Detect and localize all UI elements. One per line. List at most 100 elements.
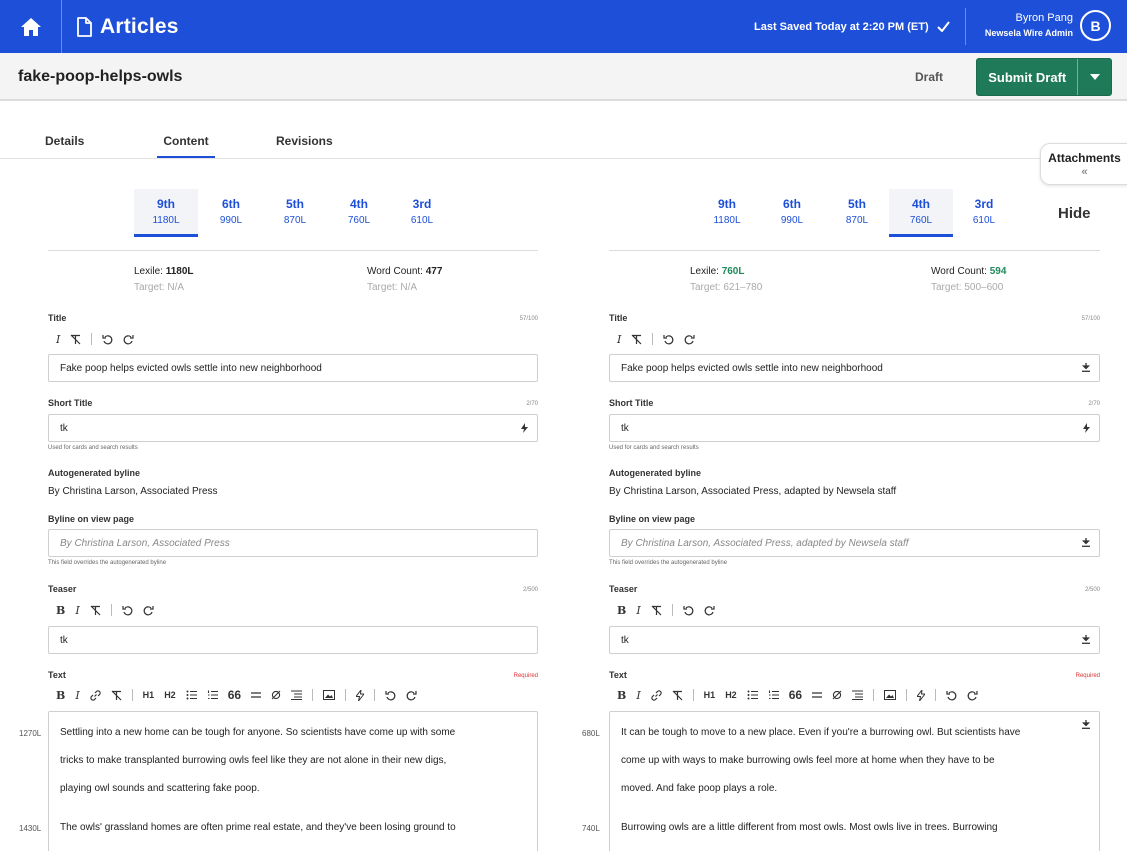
horizontal-rule-button[interactable] (812, 688, 823, 702)
app-brand[interactable]: Articles (76, 15, 179, 39)
byline-placeholder: By Christina Larson, Associated Press (60, 537, 230, 549)
italic-button[interactable]: I (75, 688, 79, 702)
teaser-input[interactable]: tk (609, 626, 1100, 654)
redo-button[interactable] (143, 603, 154, 617)
no-content-button[interactable] (271, 688, 281, 702)
link-button[interactable] (90, 688, 101, 702)
blockquote-button[interactable]: 66 (228, 688, 241, 702)
link-button[interactable] (651, 688, 662, 702)
italic-button[interactable]: I (617, 332, 621, 346)
text-toolbar: B I H1 H2 66 (56, 688, 427, 702)
bold-button[interactable]: B (617, 603, 626, 617)
level-tab-3rd[interactable]: 3rd 610L (390, 189, 454, 237)
redo-button[interactable] (406, 688, 417, 702)
tab-details[interactable]: Details (45, 134, 84, 156)
bold-button[interactable]: B (56, 603, 65, 617)
submit-draft-button[interactable]: Submit Draft (976, 58, 1112, 96)
heading1-button[interactable]: H1 (704, 688, 716, 702)
level-lexile: 870L (845, 215, 869, 226)
clear-format-button[interactable] (631, 332, 642, 346)
short-title-input[interactable]: tk (609, 414, 1100, 442)
undo-button[interactable] (663, 332, 674, 346)
redo-button[interactable] (684, 332, 695, 346)
clear-format-button[interactable] (90, 603, 101, 617)
bullet-list-button[interactable] (747, 688, 758, 702)
hide-column-button[interactable]: Hide (1058, 205, 1091, 222)
flash-button[interactable] (917, 688, 926, 702)
title-input[interactable]: Fake poop helps evicted owls settle into… (48, 354, 538, 382)
italic-button[interactable]: I (56, 332, 60, 346)
heading2-button[interactable]: H2 (164, 688, 176, 702)
tab-revisions[interactable]: Revisions (276, 134, 333, 156)
image-button[interactable] (323, 688, 336, 702)
paragraph-lexile: 740L (582, 824, 600, 833)
title-input[interactable]: Fake poop helps evicted owls settle into… (609, 354, 1100, 382)
clear-format-button[interactable] (672, 688, 683, 702)
user-info[interactable]: Byron Pang Newsela Wire Admin (975, 12, 1073, 38)
clear-format-button[interactable] (111, 688, 122, 702)
teaser-label: Teaser (48, 584, 77, 594)
heading2-button[interactable]: H2 (725, 688, 737, 702)
chevron-double-left-icon: « (1081, 166, 1088, 178)
numbered-list-button[interactable] (768, 688, 779, 702)
undo-button[interactable] (122, 603, 133, 617)
clear-format-button[interactable] (70, 332, 81, 346)
level-lexile: 760L (909, 215, 933, 226)
redo-button[interactable] (704, 603, 715, 617)
horizontal-rule-button[interactable] (251, 688, 262, 702)
teaser-label: Teaser (609, 584, 638, 594)
flash-icon[interactable] (1083, 423, 1090, 433)
byline-input[interactable]: By Christina Larson, Associated Press, a… (609, 529, 1100, 557)
level-tab-5th[interactable]: 5th 870L (825, 189, 889, 237)
align-button[interactable] (291, 688, 303, 702)
italic-button[interactable]: I (636, 603, 640, 617)
teaser-input[interactable]: tk (48, 626, 538, 654)
italic-button[interactable]: I (75, 603, 79, 617)
attachments-panel-toggle[interactable]: Attachments « (1040, 143, 1127, 185)
clear-format-button[interactable] (651, 603, 662, 617)
image-button[interactable] (884, 688, 897, 702)
heading1-button[interactable]: H1 (143, 688, 155, 702)
level-tab-6th[interactable]: 6th 990L (760, 189, 824, 237)
avatar[interactable]: B (1080, 10, 1111, 41)
level-tab-9th[interactable]: 9th 1180L (695, 189, 759, 237)
italic-button[interactable]: I (636, 688, 640, 702)
level-tab-5th[interactable]: 5th 870L (263, 189, 327, 237)
undo-icon (122, 605, 133, 615)
numbered-list-button[interactable] (207, 688, 218, 702)
paragraph-lexile: 1430L (19, 824, 42, 833)
bullet-list-button[interactable] (186, 688, 197, 702)
level-tab-9th[interactable]: 9th 1180L (134, 189, 198, 237)
tab-content[interactable]: Content (157, 134, 215, 158)
undo-button[interactable] (102, 332, 113, 346)
undo-button[interactable] (683, 603, 694, 617)
short-title-value: tk (621, 422, 629, 434)
status-badge: Draft (915, 70, 944, 84)
redo-button[interactable] (123, 332, 134, 346)
bold-button[interactable]: B (617, 688, 626, 702)
teaser-counter: 2/500 (1084, 587, 1100, 593)
bold-button[interactable]: B (56, 688, 65, 702)
byline-input[interactable]: By Christina Larson, Associated Press (48, 529, 538, 557)
level-tab-6th[interactable]: 6th 990L (199, 189, 263, 237)
blockquote-button[interactable]: 66 (789, 688, 802, 702)
no-content-button[interactable] (832, 688, 842, 702)
undo-button[interactable] (385, 688, 396, 702)
flash-button[interactable] (356, 688, 365, 702)
level-tab-4th[interactable]: 4th 760L (889, 189, 953, 237)
flash-icon[interactable] (521, 423, 528, 433)
home-button[interactable] (0, 0, 62, 53)
short-title-input[interactable]: tk (48, 414, 538, 442)
redo-button[interactable] (967, 688, 978, 702)
download-icon[interactable] (1082, 635, 1090, 644)
download-icon[interactable] (1082, 538, 1090, 547)
submit-options-dropdown[interactable] (1077, 59, 1111, 95)
content-tabs: Details Content Revisions (0, 128, 1040, 159)
short-title-help: Used for cards and search results (48, 445, 138, 451)
level-tab-4th[interactable]: 4th 760L (327, 189, 391, 237)
undo-button[interactable] (946, 688, 957, 702)
download-icon[interactable] (1082, 363, 1090, 372)
align-button[interactable] (852, 688, 864, 702)
level-tab-3rd[interactable]: 3rd 610L (952, 189, 1016, 237)
download-icon[interactable] (1082, 720, 1090, 729)
